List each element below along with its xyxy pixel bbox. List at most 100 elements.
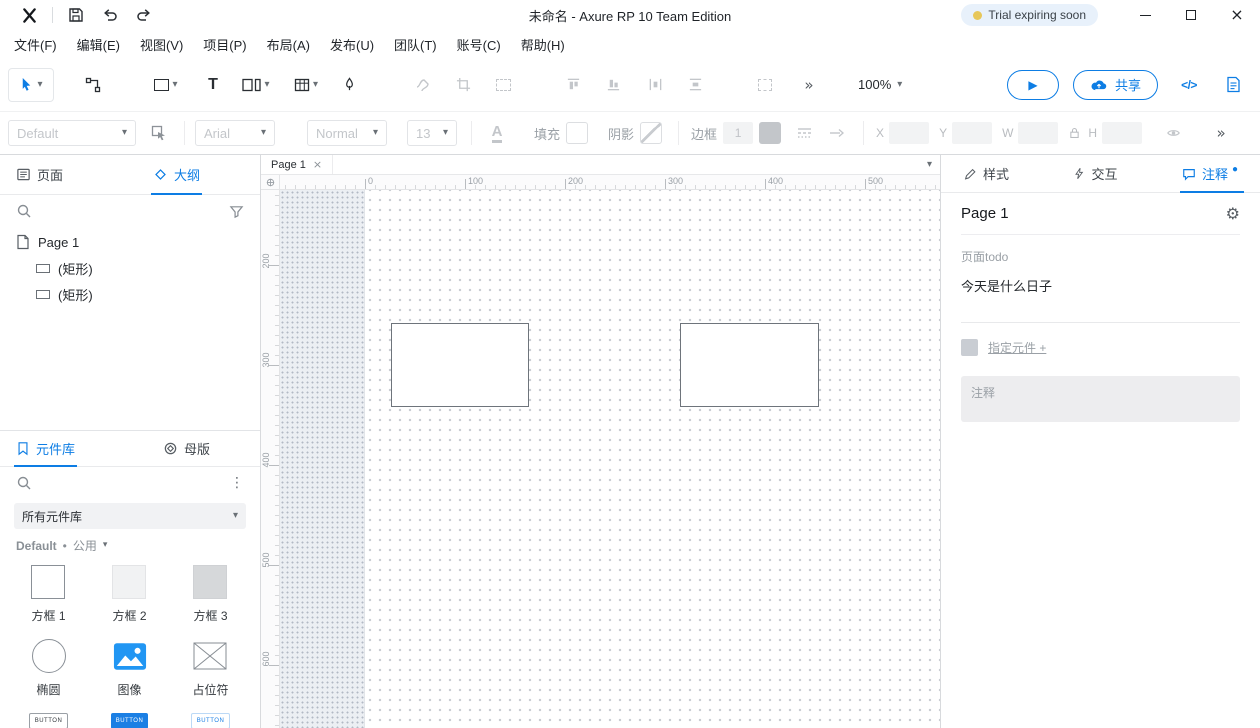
selection-tool-button[interactable]: ▾	[8, 67, 54, 102]
menu-project[interactable]: 项目(P)	[193, 30, 256, 58]
arrow-style-icon	[829, 128, 844, 138]
tab-notes[interactable]: 注释 ●	[1179, 155, 1245, 193]
share-button[interactable]: 共享	[1072, 69, 1158, 100]
y-input[interactable]	[952, 122, 993, 144]
shadow-swatch[interactable]	[640, 122, 663, 144]
format-painter-button[interactable]	[408, 68, 438, 102]
inspect-code-button[interactable]: </>	[1174, 68, 1204, 102]
gear-icon[interactable]: ⚙	[1226, 204, 1240, 223]
distribute-horizontal-button[interactable]	[640, 68, 670, 102]
widget-notes-box[interactable]: 注释	[961, 376, 1240, 422]
widget-button-default[interactable]: BUTTON	[28, 712, 69, 728]
align-bottom-button[interactable]	[598, 68, 628, 102]
library-group-header[interactable]: Default • 公用 ▾	[16, 537, 244, 554]
outline-search[interactable]	[0, 195, 260, 227]
widget-ellipse[interactable]: 椭圆	[31, 638, 66, 698]
page-tab[interactable]: Page 1 ×	[261, 155, 334, 174]
frames-tool-button[interactable]: ▾	[232, 68, 280, 102]
rectangle-tool-button[interactable]: ▾	[144, 68, 188, 102]
preview-button[interactable]: ▶	[1006, 69, 1059, 100]
chevron-down-icon: ▾	[372, 127, 378, 138]
widget-box2[interactable]: 方框 2	[112, 564, 147, 624]
distribute-vertical-button[interactable]	[680, 68, 710, 102]
minimize-button[interactable]	[1122, 0, 1168, 30]
assign-widget-link[interactable]: 指定元件 +	[988, 339, 1046, 356]
library-select[interactable]: 所有元件库 ▾	[14, 503, 246, 529]
widget-placeholder[interactable]: 占位符	[192, 638, 229, 698]
menu-team[interactable]: 团队(T)	[384, 30, 447, 58]
text-tool-button[interactable]: T	[198, 68, 228, 102]
undo-icon	[104, 9, 117, 21]
left-panel: 页面 大纲 Page 1 (矩形) (矩形) 元件库 母版 ⋮ 所有元件库 ▾ …	[0, 155, 261, 728]
tab-widget-libraries[interactable]: 元件库	[13, 431, 78, 467]
menu-edit[interactable]: 编辑(E)	[67, 30, 130, 58]
tree-item-rectangle[interactable]: (矩形)	[0, 255, 260, 281]
menu-file[interactable]: 文件(F)	[4, 30, 67, 58]
trial-dot-icon	[973, 10, 983, 20]
tab-list-dropdown[interactable]: ▾	[927, 159, 932, 170]
close-button[interactable]: ×	[1214, 0, 1260, 30]
rectangle-widget[interactable]	[680, 323, 819, 407]
canvas-surface[interactable]	[280, 190, 940, 728]
assign-widget-swatch[interactable]	[961, 339, 978, 356]
text-color-button[interactable]: A	[482, 116, 512, 150]
note-field-value[interactable]: 今天是什么日子	[961, 276, 1240, 295]
font-size-select[interactable]: 13 ▾	[407, 120, 457, 146]
tree-item-rectangle[interactable]: (矩形)	[0, 281, 260, 307]
crop-button[interactable]	[448, 68, 478, 102]
fill-swatch[interactable]	[566, 122, 589, 144]
chevron-down-icon: ▾	[37, 78, 43, 90]
library-search[interactable]: ⋮	[0, 467, 260, 499]
widget-button-link[interactable]: BUTTON	[190, 712, 231, 728]
tab-style[interactable]: 样式	[963, 155, 1009, 192]
menu-arrange[interactable]: 布局(A)	[257, 30, 320, 58]
spec-doc-button[interactable]	[1218, 68, 1248, 102]
style-picker-button[interactable]	[144, 116, 174, 150]
kebab-menu-icon[interactable]: ⋮	[230, 475, 244, 491]
tab-pages[interactable]: 页面	[16, 155, 63, 194]
widget-box3[interactable]: 方框 3	[193, 564, 228, 624]
align-top-button[interactable]	[558, 68, 588, 102]
page-title: Page 1	[961, 205, 1009, 222]
widget-image[interactable]: 图像	[113, 638, 147, 698]
line-style-button[interactable]	[789, 116, 819, 150]
tab-masters[interactable]: 母版	[163, 431, 210, 466]
menu-view[interactable]: 视图(V)	[130, 30, 193, 58]
rectangle-widget[interactable]	[391, 323, 529, 407]
border-width-input[interactable]: 1	[723, 122, 754, 144]
slice-button[interactable]	[488, 68, 518, 102]
menu-help[interactable]: 帮助(H)	[511, 30, 575, 58]
h-input[interactable]	[1102, 122, 1143, 144]
tab-outline[interactable]: 大纲	[151, 155, 203, 195]
undo-button[interactable]	[93, 0, 127, 30]
pen-tool-button[interactable]	[334, 68, 364, 102]
lock-ratio-button[interactable]	[1064, 116, 1084, 150]
arrow-style-button[interactable]	[821, 116, 851, 150]
font-family-select[interactable]: Arial ▾	[195, 120, 275, 146]
x-input[interactable]	[889, 122, 930, 144]
redo-button[interactable]	[127, 0, 161, 30]
connector-tool-button[interactable]	[78, 68, 108, 102]
ruler-corner[interactable]	[261, 175, 280, 190]
group-button[interactable]	[750, 68, 780, 102]
trial-badge[interactable]: Trial expiring soon	[961, 4, 1098, 26]
zoom-select[interactable]: 100% ▾	[850, 70, 910, 100]
maximize-button[interactable]	[1168, 0, 1214, 30]
ruler-label: 500	[261, 552, 271, 568]
widget-button-primary[interactable]: BUTTON	[110, 712, 149, 728]
menu-account[interactable]: 账号(C)	[447, 30, 511, 58]
save-button[interactable]	[59, 0, 93, 30]
stylebar-more-button[interactable]: »	[1206, 116, 1236, 150]
tab-interaction[interactable]: 交互	[1073, 155, 1117, 192]
font-weight-select[interactable]: Normal ▾	[307, 120, 387, 146]
visibility-button[interactable]	[1158, 116, 1188, 150]
w-input[interactable]	[1018, 122, 1059, 144]
border-swatch[interactable]	[759, 122, 782, 144]
toolbar-more-button[interactable]: »	[794, 68, 824, 102]
tree-item-page[interactable]: Page 1	[0, 229, 260, 255]
table-tool-button[interactable]: ▾	[284, 68, 328, 102]
style-preset-select[interactable]: Default ▾	[8, 120, 136, 146]
tab-close-icon[interactable]: ×	[313, 159, 322, 170]
menu-publish[interactable]: 发布(U)	[320, 30, 384, 58]
widget-box1[interactable]: 方框 1	[31, 564, 66, 624]
